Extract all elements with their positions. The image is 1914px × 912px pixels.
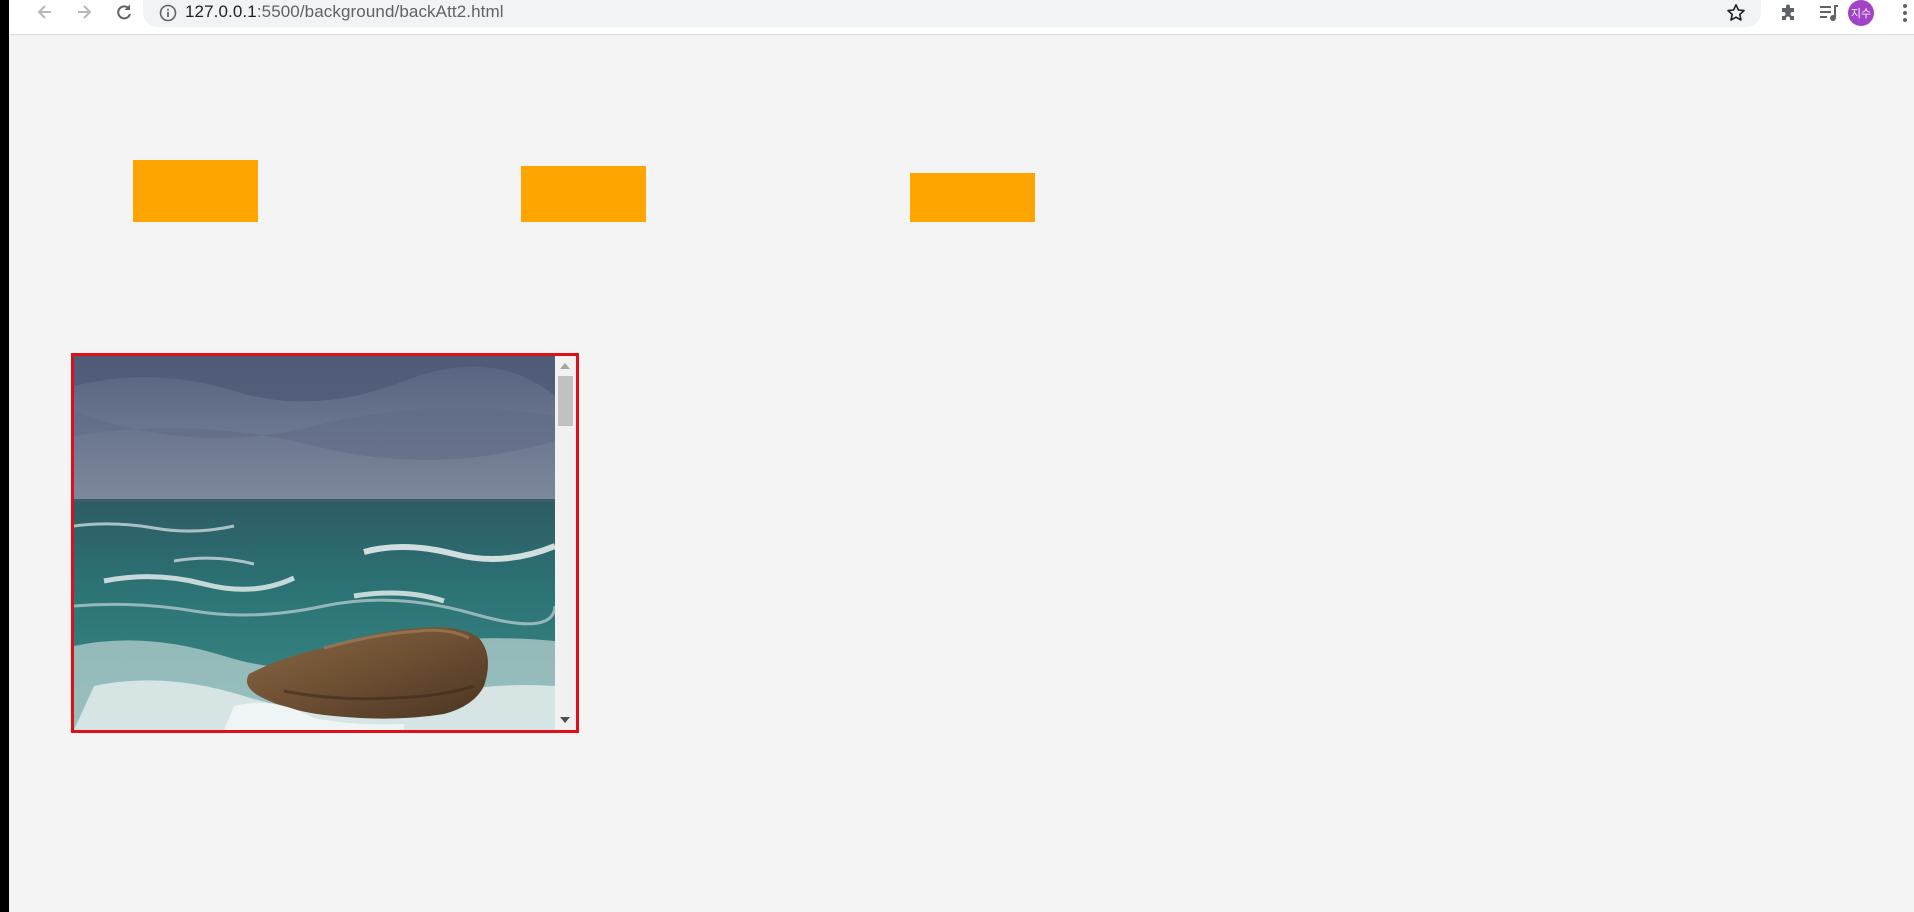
orange-box-2 xyxy=(521,166,646,222)
profile-avatar[interactable]: 지수 xyxy=(1848,0,1874,26)
ocean-background-image xyxy=(74,356,555,730)
scrollable-image-box[interactable] xyxy=(71,353,579,733)
kebab-menu-icon[interactable] xyxy=(1898,1,1912,25)
back-button[interactable] xyxy=(31,0,59,24)
scroll-down-arrow-icon[interactable] xyxy=(560,717,570,723)
forward-button[interactable] xyxy=(70,0,98,24)
browser-window: 127.0.0.1:5500/background/backAtt2.html … xyxy=(9,0,1914,912)
arrow-left-icon xyxy=(37,5,51,19)
address-bar[interactable]: 127.0.0.1:5500/background/backAtt2.html xyxy=(143,0,1761,27)
reload-button[interactable] xyxy=(110,0,138,24)
playlist-icon[interactable] xyxy=(1817,1,1841,25)
page-content xyxy=(9,35,1914,912)
info-icon[interactable] xyxy=(159,4,177,22)
browser-toolbar: 127.0.0.1:5500/background/backAtt2.html … xyxy=(9,0,1914,35)
orange-box-3 xyxy=(910,173,1035,222)
orange-box-1 xyxy=(133,160,258,222)
reload-icon xyxy=(117,4,131,20)
scrollbar-thumb[interactable] xyxy=(558,376,573,426)
star-icon[interactable] xyxy=(1725,2,1747,24)
vertical-scrollbar[interactable] xyxy=(555,356,576,730)
url-text[interactable]: 127.0.0.1:5500/background/backAtt2.html xyxy=(185,2,504,22)
scroll-up-arrow-icon[interactable] xyxy=(560,363,570,369)
arrow-right-icon xyxy=(78,5,92,19)
puzzle-icon[interactable] xyxy=(1777,1,1801,25)
url-host: 127.0.0.1 xyxy=(185,2,257,21)
url-path: :5500/background/backAtt2.html xyxy=(256,2,504,21)
